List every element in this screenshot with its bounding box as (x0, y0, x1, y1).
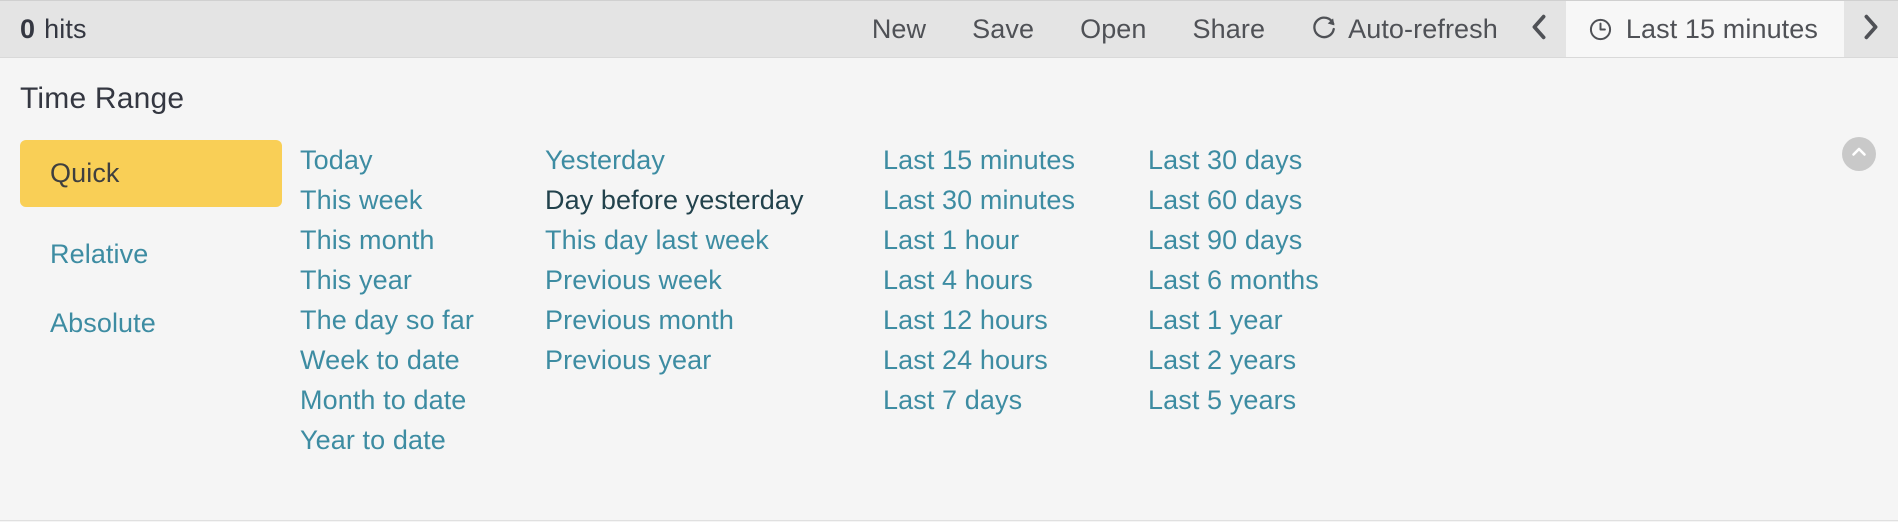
quick-range-link[interactable]: Week to date (300, 340, 545, 380)
time-mode-tabs: Quick Relative Absolute (0, 140, 300, 460)
quick-range-link[interactable]: This day last week (545, 220, 883, 260)
column-relative-short: Last 15 minutes Last 30 minutes Last 1 h… (883, 140, 1148, 460)
time-prev-button[interactable] (1512, 1, 1566, 57)
tab-relative[interactable]: Relative (20, 229, 300, 280)
auto-refresh-button[interactable]: Auto-refresh (1288, 1, 1512, 57)
clock-icon (1588, 17, 1613, 42)
quick-range-link[interactable]: Previous year (545, 340, 883, 380)
column-calendar-current: Today This week This month This year The… (300, 140, 545, 460)
quick-range-link[interactable]: Today (300, 140, 545, 180)
time-picker-group: Last 15 minutes (1512, 1, 1898, 57)
quick-range-link[interactable]: Last 5 years (1148, 380, 1448, 420)
quick-range-link[interactable]: Last 30 days (1148, 140, 1448, 180)
column-relative-long: Last 30 days Last 60 days Last 90 days L… (1148, 140, 1448, 460)
hits-counter: 0 hits (0, 1, 87, 57)
quick-range-link[interactable]: Last 24 hours (883, 340, 1148, 380)
quick-range-link[interactable]: This year (300, 260, 545, 300)
quick-range-link[interactable]: Last 90 days (1148, 220, 1448, 260)
new-button[interactable]: New (849, 1, 949, 57)
quick-ranges-columns: Today This week This month This year The… (300, 140, 1898, 460)
open-button[interactable]: Open (1057, 1, 1169, 57)
quick-range-link[interactable]: Previous week (545, 260, 883, 300)
quick-range-link[interactable]: Month to date (300, 380, 545, 420)
quick-range-link[interactable]: This month (300, 220, 545, 260)
hits-label: hits (44, 13, 87, 44)
top-toolbar: 0 hits New Save Open Share Auto-refresh (0, 0, 1898, 58)
quick-range-link[interactable]: Last 1 hour (883, 220, 1148, 260)
quick-range-link[interactable]: The day so far (300, 300, 545, 340)
chevron-right-icon (1858, 12, 1884, 47)
quick-range-link[interactable]: Previous month (545, 300, 883, 340)
refresh-icon (1311, 16, 1337, 42)
collapse-panel-button[interactable] (1842, 137, 1876, 171)
column-calendar-previous: Yesterday Day before yesterday This day … (545, 140, 883, 460)
time-range-panel: Time Range Quick Relative Absolute Today… (0, 58, 1898, 521)
quick-range-link[interactable]: Last 15 minutes (883, 140, 1148, 180)
quick-range-link[interactable]: Year to date (300, 420, 545, 460)
quick-range-link-hovered[interactable]: Day before yesterday (545, 180, 883, 220)
time-next-button[interactable] (1844, 1, 1898, 57)
page-title: Time Range (20, 82, 185, 115)
toolbar-actions: New Save Open Share Auto-refresh Last 15… (849, 1, 1898, 57)
chevron-up-icon (1849, 142, 1869, 167)
time-range-label: Last 15 minutes (1625, 13, 1818, 44)
quick-range-link[interactable]: Last 7 days (883, 380, 1148, 420)
tab-absolute[interactable]: Absolute (20, 298, 300, 349)
share-button[interactable]: Share (1170, 1, 1289, 57)
quick-range-link[interactable]: Last 2 years (1148, 340, 1448, 380)
auto-refresh-label: Auto-refresh (1348, 13, 1498, 44)
quick-range-link[interactable]: Yesterday (545, 140, 883, 180)
quick-range-link[interactable]: Last 1 year (1148, 300, 1448, 340)
chevron-left-icon (1526, 12, 1552, 47)
quick-range-link[interactable]: Last 4 hours (883, 260, 1148, 300)
quick-range-link[interactable]: Last 30 minutes (883, 180, 1148, 220)
time-range-display[interactable]: Last 15 minutes (1565, 1, 1844, 57)
quick-range-link[interactable]: Last 6 months (1148, 260, 1448, 300)
quick-range-link[interactable]: Last 12 hours (883, 300, 1148, 340)
quick-range-link[interactable]: Last 60 days (1148, 180, 1448, 220)
save-button[interactable]: Save (949, 1, 1057, 57)
hits-count: 0 (20, 13, 36, 44)
quick-range-link[interactable]: This week (300, 180, 545, 220)
panel-body: Quick Relative Absolute Today This week … (0, 116, 1898, 460)
tab-quick[interactable]: Quick (20, 140, 282, 207)
